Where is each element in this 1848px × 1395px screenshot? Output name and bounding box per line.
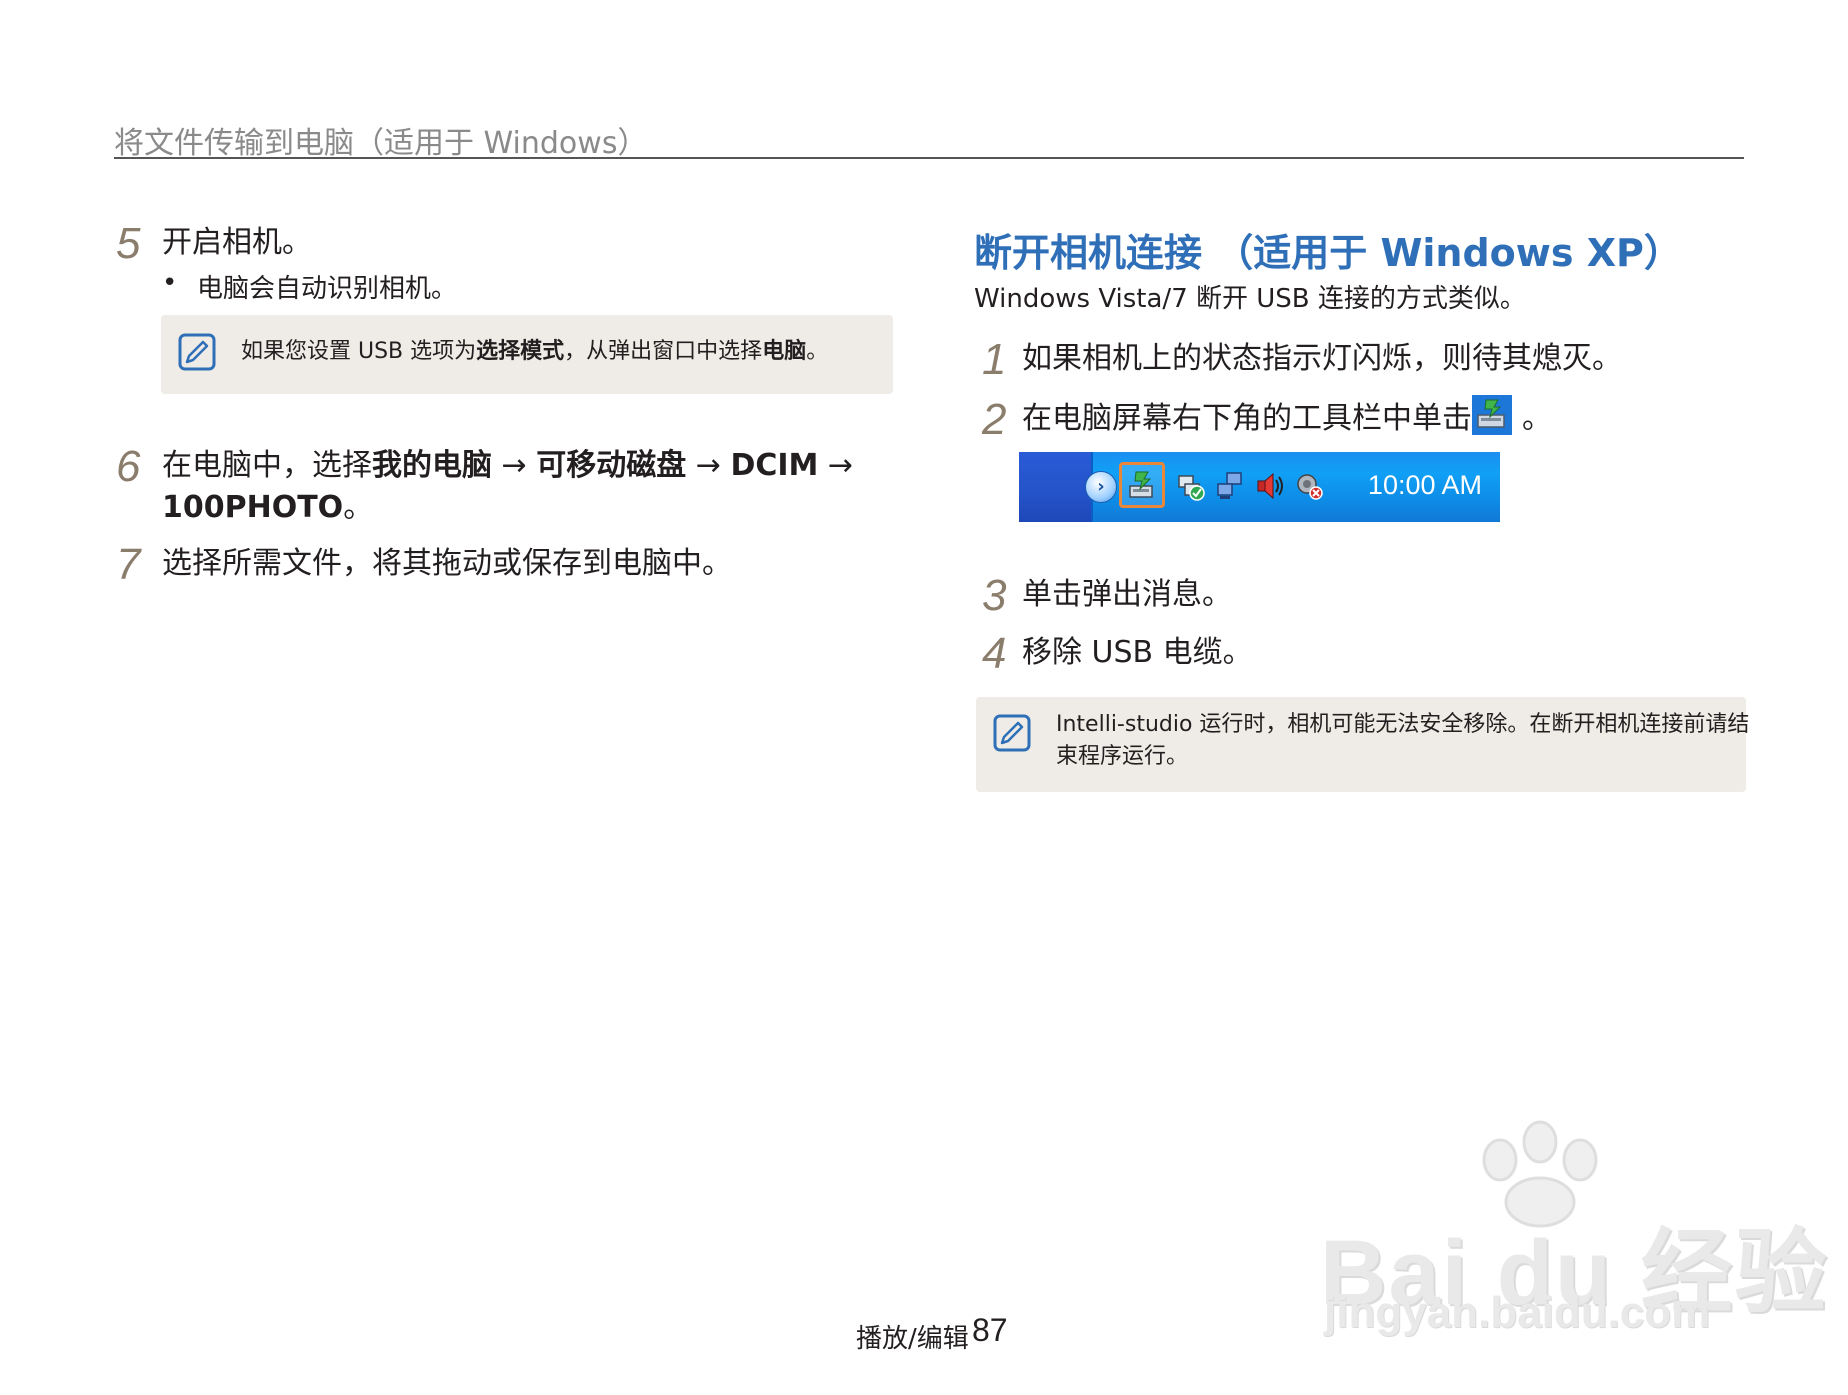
watermark-url: jingyan.baidu.com	[1324, 1288, 1711, 1337]
windows-taskbar-screenshot: › 10:00 AM	[1019, 452, 1500, 522]
note-line-1: Intelli-studio 运行时，相机可能无法安全移除。在断开相机连接前请结	[1056, 712, 1750, 737]
note-box-intelli-studio: Intelli-studio 运行时，相机可能无法安全移除。在断开相机连接前请结…	[976, 697, 1750, 792]
section-subtitle: Windows Vista/7 断开 USB 连接的方式类似。	[974, 284, 1526, 314]
note-box-usb-mode: 如果您设置 USB 选项为选择模式，从弹出窗口中选择电脑。	[161, 315, 893, 394]
step-5-text: 开启相机。	[162, 225, 312, 260]
step-7-text: 选择所需文件，将其拖动或保存到电脑中。	[162, 546, 732, 581]
note-pencil-icon	[993, 714, 1031, 752]
network-check-icon[interactable]	[1177, 470, 1207, 502]
bullet-dot: •	[162, 268, 178, 298]
security-alert-icon[interactable]	[1295, 470, 1325, 502]
page-header-title: 将文件传输到电脑（适用于 Windows）	[114, 126, 648, 161]
note-intelli-studio-text: Intelli-studio 运行时，相机可能无法安全移除。在断开相机连接前请结…	[1056, 709, 1750, 773]
step-2-text: 在电脑屏幕右下角的工具栏中单击	[1022, 401, 1472, 436]
step-3-number: 3	[982, 571, 1007, 620]
step-5-bullet: 电脑会自动识别相机。	[197, 274, 458, 304]
header-divider	[114, 157, 1744, 159]
step-6-number: 6	[116, 442, 141, 491]
step-1-number: 1	[982, 335, 1007, 384]
tray-expand-chevron-icon[interactable]: ›	[1085, 471, 1117, 503]
step-4-text: 移除 USB 电缆。	[1022, 635, 1253, 670]
step-3-text: 单击弹出消息。	[1022, 577, 1232, 612]
note-line-2: 束程序运行。	[1056, 744, 1189, 769]
step-4-number: 4	[982, 629, 1007, 678]
step-2-period: 。	[1522, 401, 1552, 436]
note-usb-mode-text: 如果您设置 USB 选项为选择模式，从弹出窗口中选择电脑。	[241, 339, 829, 364]
note-pencil-icon	[178, 333, 216, 371]
safely-remove-hardware-icon	[1472, 395, 1512, 435]
page-number: 87	[972, 1312, 1008, 1348]
tray-clock[interactable]: 10:00 AM	[1368, 470, 1482, 501]
step-6-text: 在电脑中，选择我的电脑 → 可移动磁盘 → DCIM → 100PHOTO。	[162, 448, 854, 525]
usb-safely-remove-icon[interactable]	[1127, 470, 1157, 502]
section-heading: 断开相机连接 （适用于 Windows XP）	[974, 231, 1682, 275]
volume-icon[interactable]	[1255, 470, 1285, 502]
step-5-number: 5	[116, 219, 141, 268]
footer-section-name: 播放/编辑	[856, 1324, 969, 1354]
baidu-jingyan-watermark: Bai du 经验 jingyan.baidu.com	[1310, 1120, 1827, 1340]
step-2-number: 2	[982, 395, 1007, 444]
network-computers-icon[interactable]	[1215, 470, 1245, 502]
step-7-number: 7	[116, 540, 141, 589]
step-1-text: 如果相机上的状态指示灯闪烁，则待其熄灭。	[1022, 341, 1622, 376]
manual-page: 将文件传输到电脑（适用于 Windows） 5 开启相机。 • 电脑会自动识别相…	[0, 0, 1848, 1395]
